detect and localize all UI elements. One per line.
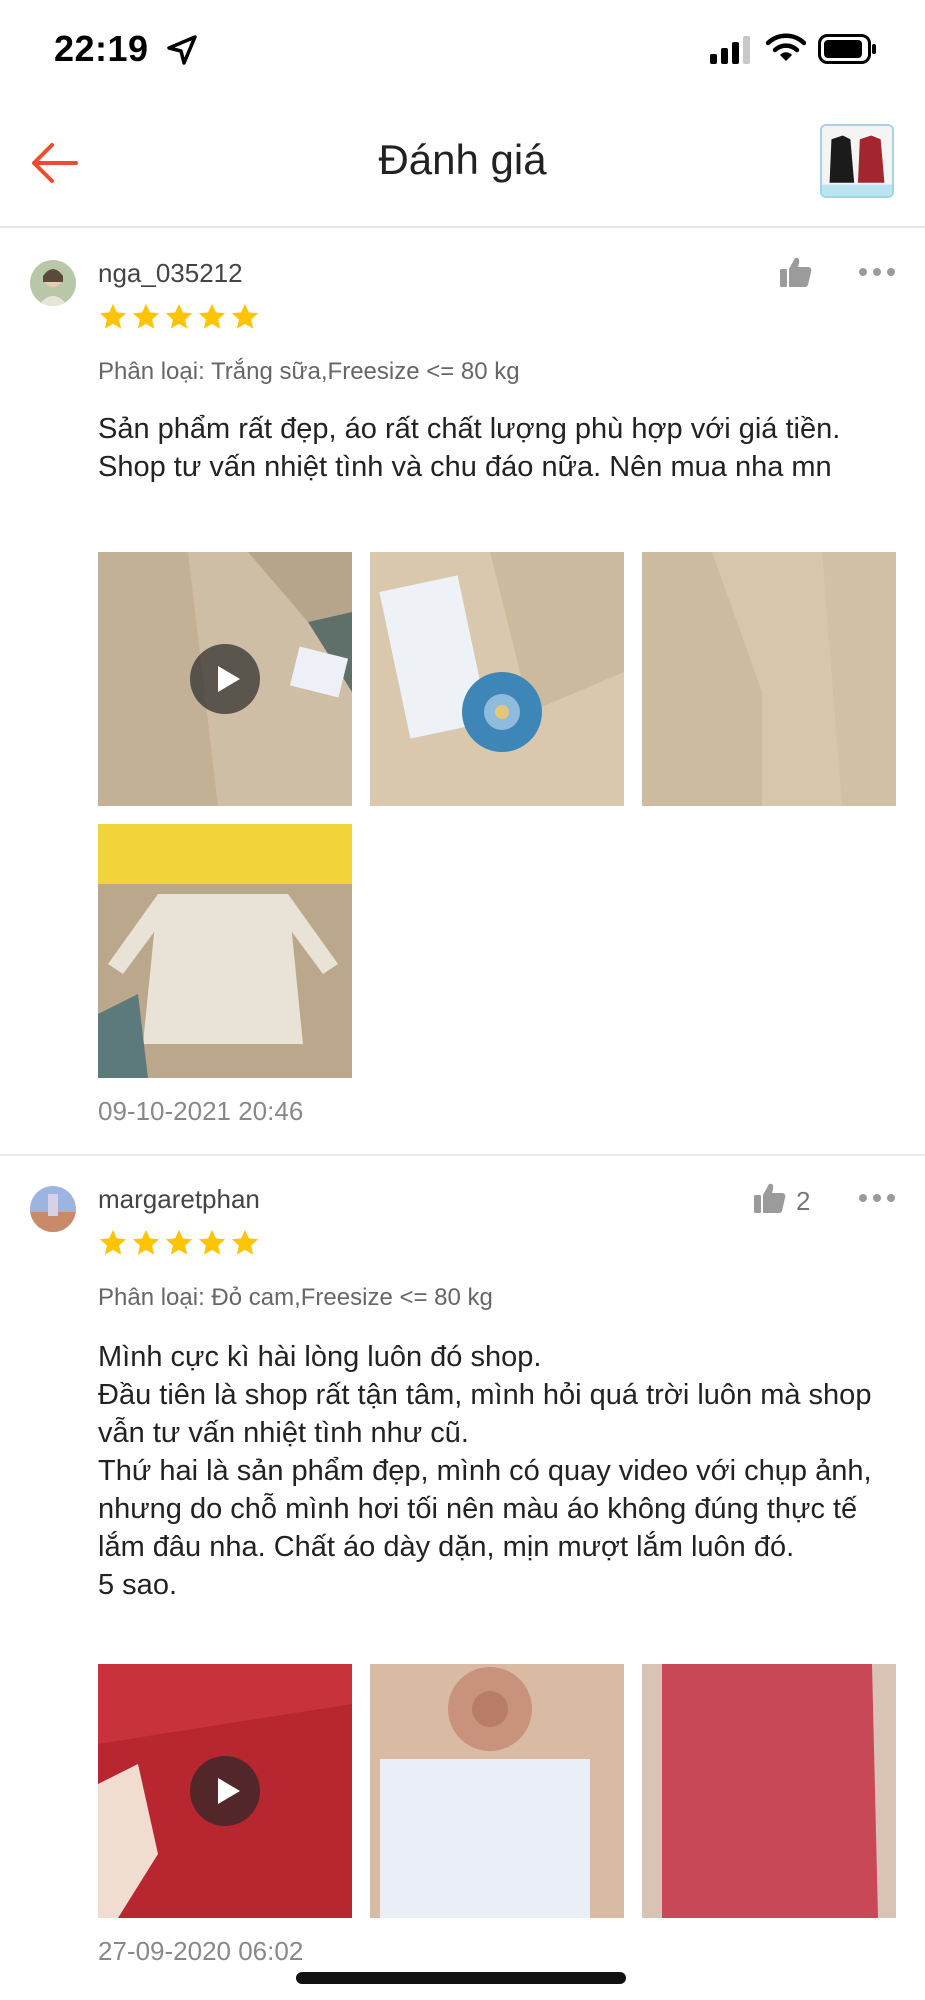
review-timestamp: 09-10-2021 20:46: [98, 1096, 304, 1126]
play-button[interactable]: [190, 644, 260, 714]
review-photo[interactable]: [370, 552, 624, 806]
review-item: nga_035212 Phân loại: Trắng sữa,Freesize…: [0, 230, 925, 1156]
reviewer-username[interactable]: nga_035212: [98, 258, 243, 289]
more-options-icon[interactable]: [858, 1192, 896, 1204]
header-bar: Đánh giá: [0, 100, 925, 228]
star-icon: [99, 1229, 127, 1255]
avatar[interactable]: [30, 1186, 76, 1232]
page-title: Đánh giá: [378, 136, 547, 183]
star-icon: [231, 1229, 259, 1255]
avatar[interactable]: [30, 260, 76, 306]
star-rating: [98, 1228, 260, 1258]
thumbs-up-icon[interactable]: [778, 254, 814, 290]
star-icon: [198, 1229, 226, 1255]
star-icon: [132, 303, 160, 329]
review-photo[interactable]: [370, 1664, 624, 1918]
status-bar: 22:19: [0, 0, 925, 100]
thumbs-up-icon[interactable]: [752, 1180, 788, 1216]
product-thumbnail[interactable]: [820, 124, 894, 198]
star-icon: [99, 303, 127, 329]
status-time: 22:19: [54, 28, 149, 69]
home-indicator[interactable]: [296, 1972, 626, 1984]
star-icon: [132, 1229, 160, 1255]
like-count: 2: [796, 1186, 811, 1216]
star-icon: [198, 303, 226, 329]
star-icon: [231, 303, 259, 329]
location-arrow-icon: [167, 35, 197, 65]
reviewer-username[interactable]: margaretphan: [98, 1184, 260, 1215]
review-photo[interactable]: [642, 552, 896, 806]
battery-icon: [818, 34, 876, 64]
review-video-thumbnail[interactable]: [98, 552, 352, 806]
review-photo[interactable]: [642, 1664, 896, 1918]
variant-info: Phân loại: Trắng sữa,Freesize <= 80 kg: [98, 358, 520, 385]
review-comment: Mình cực kì hài lòng luôn đó shop. Đầu t…: [98, 1341, 872, 1601]
review-photo[interactable]: [98, 824, 352, 1078]
star-rating: [98, 302, 260, 332]
wifi-icon: [766, 33, 806, 61]
review-comment: Sản phẩm rất đẹp, áo rất chất lượng phù …: [98, 413, 841, 483]
variant-info: Phân loại: Đỏ cam,Freesize <= 80 kg: [98, 1284, 493, 1311]
review-timestamp: 27-09-2020 06:02: [98, 1936, 304, 1966]
review-item: margaretphan 2 Phân loại: Đỏ cam,Freesiz…: [0, 1158, 925, 2000]
play-button[interactable]: [190, 1756, 260, 1826]
star-icon: [165, 303, 193, 329]
cellular-signal-icon: [710, 36, 750, 64]
review-video-thumbnail[interactable]: [98, 1664, 352, 1918]
star-icon: [165, 1229, 193, 1255]
more-options-icon[interactable]: [858, 266, 896, 278]
